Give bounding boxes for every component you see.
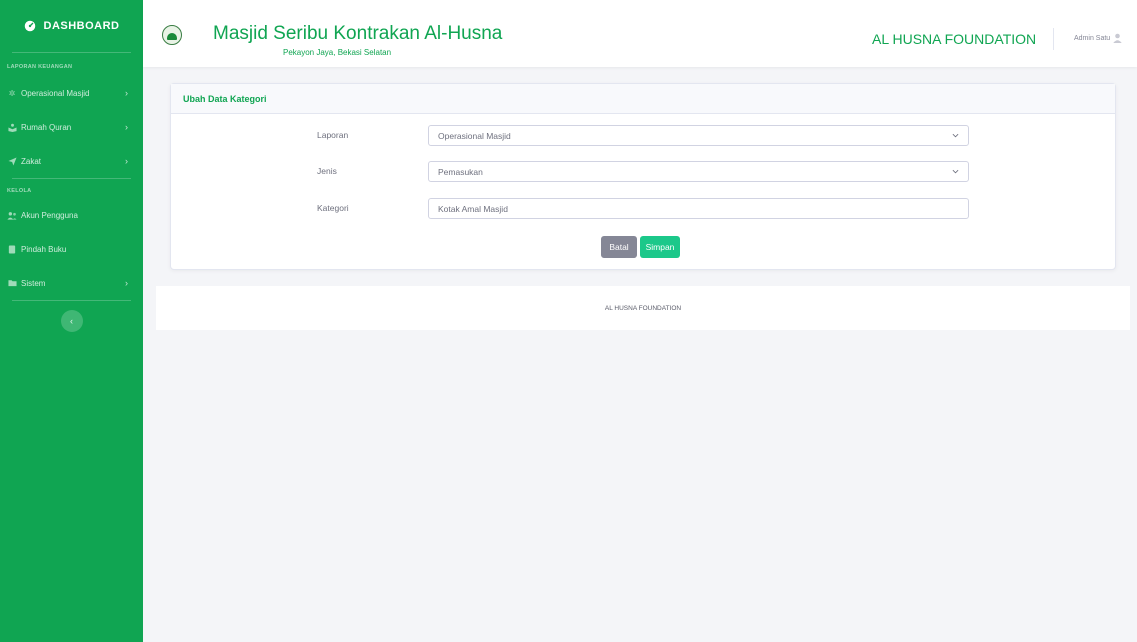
sidebar-item-zakat[interactable]: Zakat › bbox=[0, 144, 143, 178]
laporan-value: Operasional Masjid bbox=[438, 130, 511, 141]
laporan-label: Laporan bbox=[317, 130, 349, 140]
footer: AL HUSNA FOUNDATION bbox=[156, 286, 1130, 330]
form-row-kategori: Kategori Kotak Amal Masjid bbox=[171, 198, 1115, 219]
card-title: Ubah Data Kategori bbox=[171, 84, 1115, 114]
sidebar-brand[interactable]: DASHBOARD bbox=[0, 0, 143, 52]
jenis-value: Pemasukan bbox=[438, 166, 483, 177]
sidebar-item-label: Zakat bbox=[21, 156, 42, 166]
sidebar-heading-laporan: LAPORAN KEUANGAN bbox=[7, 64, 73, 70]
chevron-right-icon: › bbox=[125, 122, 128, 132]
chevron-down-icon bbox=[952, 169, 959, 174]
footer-text: AL HUSNA FOUNDATION bbox=[604, 304, 682, 312]
save-button[interactable]: Simpan bbox=[640, 236, 680, 258]
users-icon bbox=[7, 210, 17, 220]
sidebar-item-label: Rumah Quran bbox=[21, 122, 72, 132]
chevron-right-icon: › bbox=[125, 156, 128, 166]
laporan-select[interactable]: Operasional Masjid bbox=[428, 125, 969, 146]
sidebar: DASHBOARD LAPORAN KEUANGAN ✲ Operasional… bbox=[0, 0, 143, 642]
jenis-select[interactable]: Pemasukan bbox=[428, 161, 969, 182]
sidebar-toggle-wrap: ‹ bbox=[0, 310, 143, 332]
form-row-jenis: Jenis Pemasukan bbox=[171, 161, 1115, 182]
chevron-right-icon: › bbox=[125, 88, 128, 98]
sidebar-item-pindah-buku[interactable]: Pindah Buku bbox=[0, 232, 143, 266]
topbar-divider bbox=[1053, 28, 1054, 50]
sidebar-item-label: Akun Pengguna bbox=[21, 210, 78, 220]
sidebar-item-sistem[interactable]: Sistem › bbox=[0, 266, 143, 300]
gear-icon: ✲ bbox=[8, 88, 16, 98]
edit-category-card: Ubah Data Kategori Laporan Operasional M… bbox=[170, 83, 1116, 270]
sidebar-item-label: Pindah Buku bbox=[21, 244, 67, 254]
kategori-label: Kategori bbox=[317, 203, 349, 213]
sidebar-item-label: Operasional Masjid bbox=[21, 88, 90, 98]
kategori-value: Kotak Amal Masjid bbox=[438, 203, 508, 214]
kategori-input[interactable]: Kotak Amal Masjid bbox=[428, 198, 969, 219]
sidebar-divider bbox=[12, 300, 131, 301]
user-dropdown[interactable]: Admin Satu bbox=[1074, 35, 1110, 42]
sidebar-item-rumah-quran[interactable]: Rumah Quran › bbox=[0, 110, 143, 144]
user-icon[interactable] bbox=[1113, 33, 1122, 43]
sidebar-item-operasional-masjid[interactable]: ✲ Operasional Masjid › bbox=[0, 76, 143, 110]
paper-plane-icon bbox=[7, 156, 17, 166]
chevron-down-icon bbox=[952, 133, 959, 138]
chevron-left-icon: ‹ bbox=[70, 316, 73, 326]
dashboard-icon bbox=[24, 20, 35, 32]
topbar: Masjid Seribu Kontrakan Al-Husna Pekayon… bbox=[143, 0, 1137, 67]
folder-icon bbox=[7, 278, 17, 288]
book-icon bbox=[7, 244, 17, 254]
sidebar-item-label: Sistem bbox=[21, 278, 46, 288]
sidebar-divider bbox=[12, 52, 131, 53]
form-actions: Batal Simpan bbox=[601, 236, 680, 258]
sidebar-heading-kelola: KELOLA bbox=[7, 188, 32, 194]
book-reader-icon bbox=[7, 122, 17, 132]
sidebar-brand-label: DASHBOARD bbox=[43, 20, 120, 32]
jenis-label: Jenis bbox=[317, 166, 337, 176]
sidebar-toggle-button[interactable]: ‹ bbox=[60, 310, 83, 332]
sidebar-item-akun-pengguna[interactable]: Akun Pengguna bbox=[0, 198, 143, 232]
cancel-button[interactable]: Batal bbox=[601, 236, 637, 258]
form-row-laporan: Laporan Operasional Masjid bbox=[171, 125, 1115, 146]
site-subtitle: Pekayon Jaya, Bekasi Selatan bbox=[283, 48, 392, 57]
site-title: Masjid Seribu Kontrakan Al-Husna bbox=[213, 23, 503, 44]
mosque-logo-icon bbox=[162, 25, 182, 45]
sidebar-divider bbox=[12, 178, 131, 179]
foundation-name: AL HUSNA FOUNDATION bbox=[872, 31, 1037, 47]
chevron-right-icon: › bbox=[125, 278, 128, 288]
